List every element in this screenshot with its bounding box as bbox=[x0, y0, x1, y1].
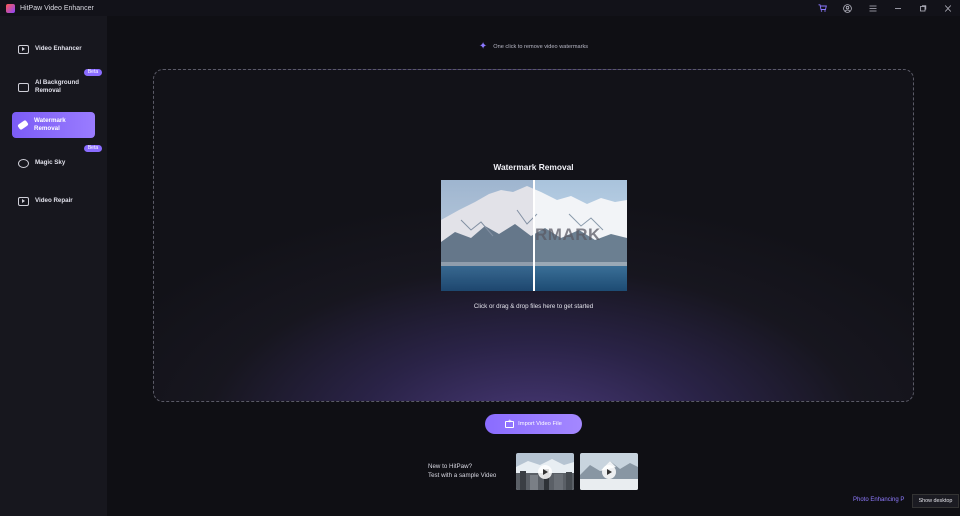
play-icon bbox=[538, 465, 552, 479]
minimize-icon[interactable] bbox=[885, 0, 910, 16]
beta-badge: Beta bbox=[84, 145, 102, 152]
sidebar-item-watermark-removal[interactable]: Watermark Removal bbox=[12, 112, 95, 138]
close-icon[interactable] bbox=[935, 0, 960, 16]
add-folder-icon bbox=[505, 419, 515, 428]
dropzone-title: Watermark Removal bbox=[493, 162, 574, 172]
sample-video-thumbnail-2[interactable] bbox=[580, 453, 638, 490]
drop-zone[interactable]: Watermark Removal RMARK Click or drag & … bbox=[153, 69, 914, 402]
sidebar-item-label: AI Background Removal bbox=[35, 79, 80, 94]
dropzone-subtitle: Click or drag & drop files here to get s… bbox=[473, 303, 594, 310]
sample-video-thumbnail-1[interactable] bbox=[516, 453, 574, 490]
sidebar-item-label: Magic Sky bbox=[35, 159, 66, 166]
beta-badge: Beta bbox=[84, 69, 102, 76]
sample-video-prompt: New to HitPaw? Test with a sample Video bbox=[428, 462, 496, 480]
sidebar-item-label: Video Repair bbox=[35, 197, 73, 204]
preview-image: RMARK bbox=[441, 180, 627, 291]
restore-icon[interactable] bbox=[910, 0, 935, 16]
cart-icon[interactable] bbox=[810, 0, 835, 16]
sidebar-item-video-repair[interactable]: Video Repair bbox=[12, 188, 95, 214]
window-controls bbox=[810, 0, 960, 16]
hint-banner: ✦ One click to remove video watermarks bbox=[0, 42, 960, 52]
sample-line-2: Test with a sample Video bbox=[428, 472, 497, 479]
eraser-icon bbox=[17, 119, 29, 131]
play-icon bbox=[602, 465, 616, 479]
menu-icon[interactable] bbox=[860, 0, 885, 16]
sidebar: Video Enhancer AI Background Removal Bet… bbox=[0, 16, 107, 516]
sample-line-1: New to HitPaw? bbox=[428, 463, 473, 470]
import-button-label: Import Video File bbox=[518, 421, 562, 427]
repair-icon bbox=[18, 196, 29, 206]
title-bar: HitPaw Video Enhancer bbox=[0, 0, 960, 16]
sidebar-item-magic-sky[interactable]: Magic Sky bbox=[12, 150, 95, 176]
account-icon[interactable] bbox=[835, 0, 860, 16]
sky-icon bbox=[18, 158, 29, 168]
portrait-icon bbox=[18, 82, 29, 92]
app-logo-icon bbox=[6, 3, 15, 13]
sidebar-item-ai-background-removal[interactable]: AI Background Removal bbox=[12, 74, 95, 100]
app-title: HitPaw Video Enhancer bbox=[20, 4, 94, 12]
import-video-button[interactable]: Import Video File bbox=[485, 414, 582, 434]
show-desktop-tooltip[interactable]: Show desktop bbox=[912, 494, 959, 508]
hint-text: One click to remove video watermarks bbox=[493, 44, 589, 50]
sparkle-icon: ✦ bbox=[478, 41, 488, 52]
watermark-text: RMARK bbox=[535, 225, 601, 244]
photo-enhancing-link[interactable]: Photo Enhancing P bbox=[853, 497, 904, 503]
compare-divider bbox=[533, 180, 535, 291]
sidebar-item-label: Watermark Removal bbox=[34, 117, 66, 132]
